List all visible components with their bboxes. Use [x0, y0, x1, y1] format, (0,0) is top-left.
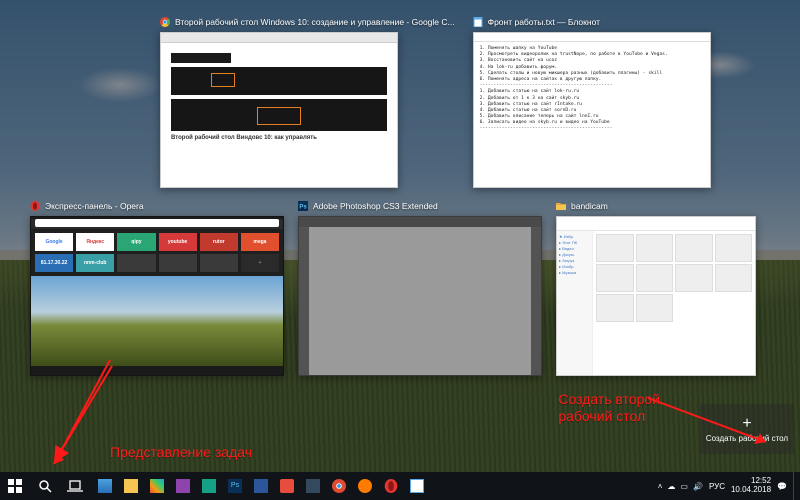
taskbar-app[interactable] — [248, 472, 274, 500]
window-title: bandicam — [571, 201, 608, 211]
svg-text:Ps: Ps — [299, 205, 307, 211]
action-center-icon[interactable]: 💬 — [777, 482, 787, 491]
file-thumb — [636, 234, 674, 262]
tray-icon[interactable]: ▭ — [680, 482, 688, 491]
taskbar-app[interactable] — [352, 472, 378, 500]
window-title: Фронт работы.txt — Блокнот — [488, 17, 600, 27]
speed-dial-tile: Яндекс — [76, 233, 114, 251]
taskbar-clock[interactable]: 12:52 10.04.2018 — [731, 477, 771, 495]
file-thumb — [636, 294, 674, 322]
volume-icon[interactable]: 🔊 — [693, 482, 703, 491]
article-heading: Второй рабочий стол Виндовс 10: как упра… — [171, 135, 387, 141]
new-desktop-button[interactable]: + Создать рабочий стол — [700, 404, 794, 454]
speed-dial-tile: mega — [241, 233, 279, 251]
file-thumb — [715, 264, 753, 292]
speed-dial-tile: youtube — [159, 233, 197, 251]
file-thumb — [675, 264, 713, 292]
taskbar-app[interactable] — [378, 472, 404, 500]
window-thumb-notepad[interactable]: Фронт работы.txt — Блокнот 1. Поменять ш… — [473, 14, 711, 188]
window-title: Второй рабочий стол Windows 10: создание… — [175, 17, 455, 27]
notepad-icon — [473, 17, 483, 27]
taskbar-app[interactable] — [326, 472, 352, 500]
taskbar: Ps ˄ ☁ ▭ 🔊 РУС 12:52 10.04.2018 💬 — [0, 472, 800, 500]
taskbar-app[interactable] — [118, 472, 144, 500]
photoshop-icon: Ps — [298, 201, 308, 211]
new-desktop-label: Создать рабочий стол — [706, 434, 788, 443]
task-view-button[interactable] — [60, 472, 90, 500]
taskbar-app[interactable] — [300, 472, 326, 500]
start-button[interactable] — [0, 472, 30, 500]
taskbar-app[interactable] — [170, 472, 196, 500]
file-thumb — [596, 234, 634, 262]
taskbar-apps: Ps — [92, 472, 430, 500]
annotation-left: Представление задач — [110, 444, 252, 460]
speed-dial-tile — [117, 254, 155, 272]
speed-dial-tile: rutor — [200, 233, 238, 251]
clock-date: 10.04.2018 — [731, 486, 771, 495]
tray-chevron-icon[interactable]: ˄ — [658, 482, 663, 491]
folder-icon — [556, 201, 566, 211]
window-title: Adobe Photoshop CS3 Extended — [313, 201, 438, 211]
annotation-right: Создать второй рабочий стол — [558, 391, 660, 425]
file-thumb — [715, 234, 753, 262]
file-thumb — [636, 264, 674, 292]
window-thumb-opera[interactable]: Экспресс-панель - Opera GoogleЯндексqipy… — [30, 198, 284, 376]
speed-dial-tile: qipy — [117, 233, 155, 251]
file-thumb — [596, 294, 634, 322]
taskbar-app[interactable]: Ps — [222, 472, 248, 500]
speed-dial-tile: Google — [35, 233, 73, 251]
language-indicator[interactable]: РУС — [709, 482, 725, 491]
window-thumb-explorer[interactable]: bandicam ★ Избр.▸ Этот ПК▸ Видео▸ Докум.… — [556, 198, 756, 376]
system-tray[interactable]: ˄ ☁ ▭ 🔊 — [658, 482, 703, 491]
speed-dial-tile — [200, 254, 238, 272]
speed-dial-tile: + — [241, 254, 279, 272]
taskbar-app[interactable] — [404, 472, 430, 500]
window-thumb-photoshop[interactable]: Ps Adobe Photoshop CS3 Extended — [298, 198, 542, 376]
search-button[interactable] — [30, 472, 60, 500]
taskbar-app[interactable] — [274, 472, 300, 500]
taskbar-app[interactable] — [196, 472, 222, 500]
task-view: Второй рабочий стол Windows 10: создание… — [0, 8, 800, 460]
file-thumb — [596, 264, 634, 292]
speed-dial-tile: 81.17.30.22 — [35, 254, 73, 272]
window-title: Экспресс-панель - Opera — [45, 201, 144, 211]
chrome-icon — [160, 17, 170, 27]
window-thumb-chrome[interactable]: Второй рабочий стол Windows 10: создание… — [160, 14, 455, 188]
taskbar-app[interactable] — [144, 472, 170, 500]
taskbar-app[interactable] — [92, 472, 118, 500]
tray-icon[interactable]: ☁ — [667, 482, 675, 491]
speed-dial-tile: nnm-club — [76, 254, 114, 272]
opera-icon — [30, 201, 40, 211]
plus-icon: + — [742, 416, 751, 432]
file-thumb — [675, 234, 713, 262]
show-desktop-button[interactable] — [793, 472, 798, 500]
speed-dial-tile — [159, 254, 197, 272]
